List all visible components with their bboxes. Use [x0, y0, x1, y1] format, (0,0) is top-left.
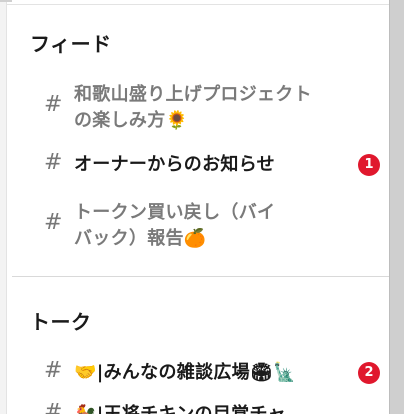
channel-label-text: の楽しみ方 — [74, 110, 166, 131]
channel-label: トークン買い戻し（バイ バック）報告🍊 — [74, 200, 349, 252]
channel-item-chat-plaza[interactable]: # 🤝|みんなの雑談広場🏟🗽 2 — [44, 358, 389, 386]
hash-icon: # — [44, 358, 63, 383]
sunflower-icon: 🌻 — [165, 110, 189, 131]
hash-icon: # — [44, 150, 63, 175]
section-title-talk: トーク — [30, 310, 92, 334]
channel-label-line-2: バック）報告🍊 — [74, 226, 349, 252]
channel-list-panel: フィード # 和歌山盛り上げプロジェクト の楽しみ方🌻 # オーナーからのお知ら… — [6, 0, 389, 414]
channel-label: 🐓|王将チキンの目覚チャ — [74, 402, 349, 414]
section-title-feed: フィード — [30, 32, 112, 56]
channel-item-chicken-wakeup[interactable]: # 🐓|王将チキンの目覚チャ — [44, 400, 389, 414]
unread-count-badge: 2 — [358, 362, 380, 384]
channel-label: 🤝|みんなの雑談広場🏟🗽 — [74, 362, 296, 383]
orange-icon: 🍊 — [183, 228, 207, 249]
section-divider — [12, 276, 389, 277]
channel-label-text: バック）報告 — [74, 228, 184, 249]
channel-label: オーナーからのお知らせ — [74, 154, 275, 175]
hash-icon: # — [44, 210, 63, 235]
channel-item-buyback-report[interactable]: # トークン買い戻し（バイ バック）報告🍊 — [44, 200, 389, 256]
channel-item-wakayama-guide[interactable]: # 和歌山盛り上げプロジェクト の楽しみ方🌻 — [44, 82, 389, 138]
scrollbar[interactable] — [389, 0, 404, 414]
channel-label-line-1: 和歌山盛り上げプロジェクト — [74, 84, 312, 105]
hash-icon: # — [44, 400, 63, 414]
hash-icon: # — [44, 92, 63, 117]
channel-label: 和歌山盛り上げプロジェクト の楽しみ方🌻 — [74, 82, 349, 134]
unread-count-badge: 1 — [358, 154, 380, 176]
channel-label-line-2: の楽しみ方🌻 — [74, 108, 349, 134]
channel-label-line-1: トークン買い戻し（バイ — [74, 202, 276, 223]
channel-item-owner-notice[interactable]: # オーナーからのお知らせ 1 — [44, 150, 389, 178]
